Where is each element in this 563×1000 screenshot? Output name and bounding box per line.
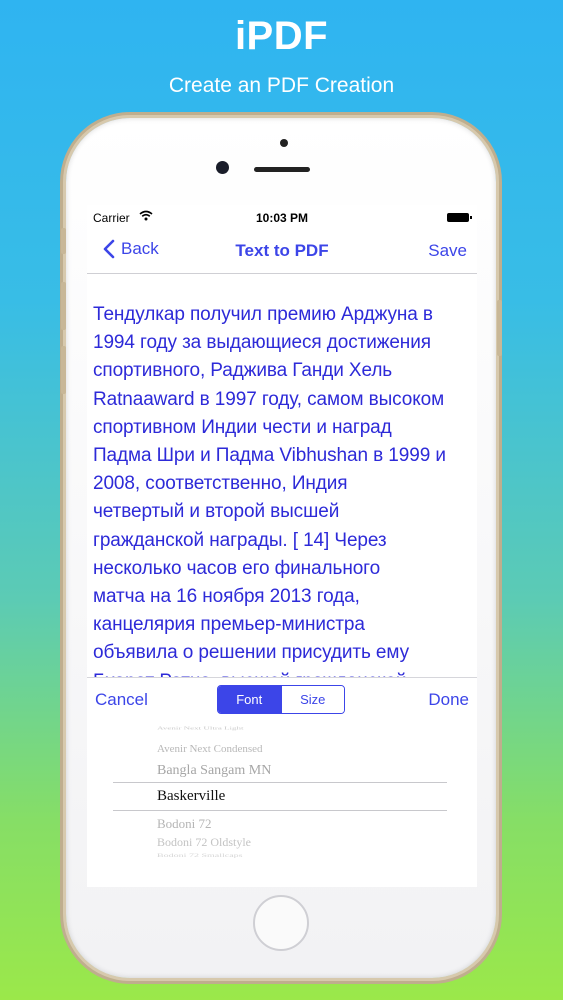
- hero-subtitle: Create an PDF Creation: [168, 74, 395, 97]
- document-line: спортивного, Раджива Ганди Хель: [93, 360, 393, 382]
- picker-item-selected[interactable]: Baskerville: [157, 788, 225, 805]
- picker-item[interactable]: Avenir Next Condensed: [157, 743, 263, 755]
- document-line: 2008, соответственно, Индия: [93, 473, 348, 495]
- front-camera: [216, 161, 229, 174]
- font-size-segmented-control: Font Size: [217, 685, 345, 714]
- document-line: канцелярия премьер-министра: [93, 614, 365, 636]
- picker-item[interactable]: Bodoni 72: [157, 816, 212, 832]
- earpiece-speaker: [254, 167, 310, 172]
- picker-selection-top-line: [113, 782, 447, 783]
- done-button[interactable]: Done: [428, 690, 469, 710]
- cancel-button[interactable]: Cancel: [95, 690, 148, 710]
- picker-item[interactable]: Bangla Sangam MN: [157, 763, 271, 779]
- back-label: Back: [121, 239, 159, 258]
- status-bar: Carrier 10:03 PM: [87, 205, 477, 229]
- phone-side-button: [61, 228, 66, 254]
- document-line: спортивном Индии чести и наград: [93, 416, 392, 438]
- picker-item[interactable]: Avenir Next Ultra Light: [157, 726, 244, 731]
- chevron-left-icon: [103, 239, 115, 259]
- picker-item[interactable]: Bodoni 72 Oldstyle: [157, 835, 251, 850]
- document-line: гражданской награды. [ 14] Через: [93, 529, 387, 551]
- save-button[interactable]: Save: [428, 241, 467, 261]
- phone-screen: Carrier 10:03 PM Back Text to PDF Save Т…: [87, 205, 477, 887]
- hero-title: iPDF: [234, 14, 329, 58]
- phone-power-button: [497, 300, 502, 356]
- camera-dot: [280, 139, 288, 147]
- document-line: Ratnaaward в 1997 году, самом высоком: [93, 388, 445, 410]
- document-line: 1994 году за выдающиеся достижения: [93, 332, 431, 354]
- document-line: четвертый и второй высшей: [93, 501, 340, 523]
- document-line: объявила о решении присудить ему: [93, 642, 409, 664]
- picker-item[interactable]: Bodoni 72 Smallcaps: [157, 853, 243, 859]
- back-button[interactable]: Back: [103, 239, 159, 259]
- battery-icon: [447, 213, 472, 222]
- document-text[interactable]: Тендулкар получил премию Арджуна в 1994 г…: [93, 301, 475, 696]
- picker-toolbar: Cancel Font Size Done: [87, 677, 477, 722]
- font-picker[interactable]: Avenir Next Ultra Light Avenir Next Cond…: [87, 722, 477, 887]
- document-line: несколько часов его финального: [93, 557, 381, 579]
- navigation-bar: Back Text to PDF Save: [87, 231, 477, 274]
- document-line: Падма Шри и Падма Vibhushan в 1999 и: [93, 445, 446, 467]
- segment-size[interactable]: Size: [280, 686, 344, 713]
- status-time: 10:03 PM: [255, 211, 309, 225]
- picker-selection-bottom-line: [113, 810, 447, 811]
- phone-volume-down: [61, 346, 66, 394]
- document-line: Тендулкар получил премию Арджуна в: [93, 304, 433, 325]
- phone-volume-up: [61, 282, 66, 330]
- segment-font[interactable]: Font: [218, 686, 281, 713]
- home-button[interactable]: [253, 895, 309, 951]
- document-line: матча на 16 ноября 2013 года,: [93, 586, 360, 608]
